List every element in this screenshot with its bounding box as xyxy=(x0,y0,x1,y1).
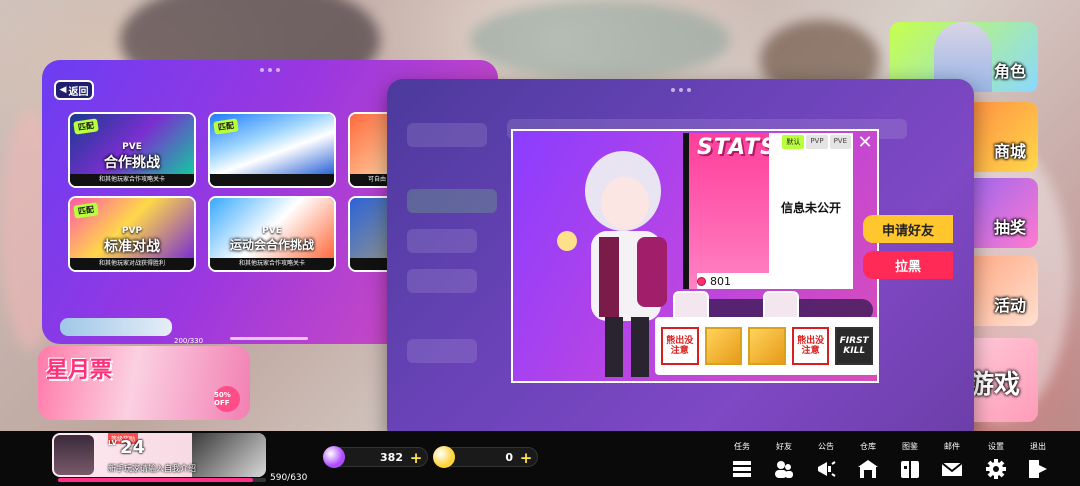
megaphone-icon xyxy=(814,457,838,481)
blurred-row xyxy=(407,189,497,213)
mode-kind: PVE xyxy=(262,226,282,236)
stats-message: 信息未公开 xyxy=(780,201,841,215)
mode-desc: 和其他玩家对战获得胜利 xyxy=(70,258,194,270)
nav-task[interactable]: 任务 xyxy=(726,441,758,485)
panel-progress-thumb xyxy=(60,318,172,336)
mode-name: 合作挑战 xyxy=(104,155,160,171)
player-level: 24 xyxy=(120,437,146,458)
nav-settings[interactable]: 设置 xyxy=(980,441,1012,485)
mode-kind: PVE xyxy=(122,142,142,152)
mode-desc xyxy=(210,174,334,186)
badge-bear-warning[interactable]: 熊出没注意 xyxy=(661,327,699,365)
exp-bar-fill xyxy=(58,478,253,482)
bg-top-shape xyxy=(470,0,730,80)
player-profile-modal: STATS 默认 PVP PVE 信息未公开 801 ✕ 熊出没注意 熊出没注意… xyxy=(387,79,974,444)
blurred-row xyxy=(407,229,477,253)
block-button[interactable]: 拉黑 xyxy=(863,251,953,279)
panel-grip xyxy=(260,68,280,72)
discount-badge: 50% OFF xyxy=(214,386,240,412)
coin-row: 801 xyxy=(697,273,853,289)
badge-gold-1[interactable] xyxy=(704,327,743,365)
blurred-row xyxy=(407,269,477,293)
friends-icon xyxy=(772,457,796,481)
player-banner-art xyxy=(192,433,266,477)
nav-collection[interactable]: 图鉴 xyxy=(894,441,926,485)
close-icon[interactable]: ✕ xyxy=(855,133,875,153)
nav-label: 仓库 xyxy=(860,442,876,451)
badge-gold-2[interactable] xyxy=(748,327,786,365)
avatar xyxy=(54,435,94,475)
mode-card-coop[interactable]: 匹配 PVE 合作挑战 和其他玩家合作攻略关卡 xyxy=(68,112,196,188)
coin-value: 0 xyxy=(505,451,513,464)
mode-name: 标准对战 xyxy=(104,239,160,255)
coin-icon xyxy=(697,276,706,286)
stats-title: STATS xyxy=(697,135,777,160)
nav-label: 邮件 xyxy=(944,442,960,451)
task-list-icon xyxy=(730,457,754,481)
mode-card-sports[interactable]: 匹配 xyxy=(208,112,336,188)
stats-tabs: 默认 PVP PVE xyxy=(782,135,851,149)
panel-progress-count: 200/330 xyxy=(174,337,204,345)
gem-icon xyxy=(323,446,345,468)
nav-label: 图鉴 xyxy=(902,442,918,451)
coin-value: 801 xyxy=(710,274,731,288)
game-label: 游戏 xyxy=(967,370,1020,400)
mode-card-sports-coop[interactable]: PVE 运动会合作挑战 和其他玩家合作攻略关卡 xyxy=(208,196,336,272)
nav-label: 任务 xyxy=(734,442,750,451)
badge-bear-warning[interactable]: 熊出没注意 xyxy=(791,327,830,365)
exit-icon xyxy=(1026,457,1050,481)
profile-card: STATS 默认 PVP PVE 信息未公开 801 ✕ 熊出没注意 熊出没注意… xyxy=(511,129,879,383)
tab-pve[interactable]: PVE xyxy=(829,135,851,149)
nav-label: 公告 xyxy=(818,442,834,451)
stats-box: STATS 默认 PVP PVE 信息未公开 801 xyxy=(683,133,853,289)
back-button[interactable]: ◀ 返回 xyxy=(54,80,94,100)
nav-friends[interactable]: 好友 xyxy=(768,441,800,485)
mail-icon xyxy=(940,457,964,481)
gacha-label: 抽奖 xyxy=(993,218,1026,237)
gear-icon xyxy=(984,457,1008,481)
currency-gem: 382 + xyxy=(323,446,428,468)
nav-warehouse[interactable]: 仓库 xyxy=(852,441,884,485)
back-arrow-icon: ◀ xyxy=(59,85,67,95)
badge-first-kill[interactable]: FIRST KILL xyxy=(835,327,873,365)
nav-label: 退出 xyxy=(1030,442,1046,451)
mode-name: 运动会合作挑战 xyxy=(229,238,314,252)
nav-mail[interactable]: 邮件 xyxy=(936,441,968,485)
mode-card-pvp[interactable]: 匹配 PVP 标准对战 和其他玩家对战获得胜利 xyxy=(68,196,196,272)
level-label: LV xyxy=(108,439,117,447)
blurred-row xyxy=(407,339,477,363)
badge-row: 熊出没注意 熊出没注意 FIRST KILL xyxy=(655,317,879,375)
monthly-pass-banner[interactable]: 星月票 50% OFF xyxy=(38,346,250,420)
player-signature: 新手玩家请输入自我介绍 xyxy=(108,464,196,473)
add-friend-button[interactable]: 申请好友 xyxy=(863,215,953,243)
add-gem-button[interactable]: + xyxy=(408,450,424,466)
book-icon xyxy=(898,457,922,481)
mode-desc: 和其他玩家合作攻略关卡 xyxy=(70,174,194,186)
exp-text: 590/630 xyxy=(270,473,308,483)
back-label: 返回 xyxy=(68,86,89,98)
player-card[interactable]: 等级奖励 LV 24 新手玩家请输入自我介绍 xyxy=(52,433,266,477)
modal-grip xyxy=(670,88,691,92)
stats-panel: 默认 PVP PVE 信息未公开 xyxy=(769,133,853,273)
mode-kind: PVP xyxy=(121,226,143,236)
warehouse-icon xyxy=(856,457,880,481)
nav-announcement[interactable]: 公告 xyxy=(810,441,842,485)
shop-label: 商城 xyxy=(993,142,1026,161)
role-label: 角色 xyxy=(993,62,1026,81)
panel-handle[interactable] xyxy=(230,337,308,340)
tab-default[interactable]: 默认 xyxy=(782,135,805,149)
coin-icon xyxy=(433,446,455,468)
gem-value: 382 xyxy=(380,451,403,464)
event-label: 活动 xyxy=(993,296,1026,315)
currency-coin: 0 + xyxy=(433,446,538,468)
exp-bar xyxy=(58,478,266,482)
nav-label: 好友 xyxy=(776,442,792,451)
monthly-pass-title: 星月票 xyxy=(46,358,113,383)
nav-label: 设置 xyxy=(988,442,1004,451)
add-coin-button[interactable]: + xyxy=(518,450,534,466)
tab-pvp[interactable]: PVP xyxy=(806,135,828,149)
mode-desc: 和其他玩家合作攻略关卡 xyxy=(210,258,334,270)
blurred-row xyxy=(407,123,487,147)
nav-exit[interactable]: 退出 xyxy=(1022,441,1054,485)
